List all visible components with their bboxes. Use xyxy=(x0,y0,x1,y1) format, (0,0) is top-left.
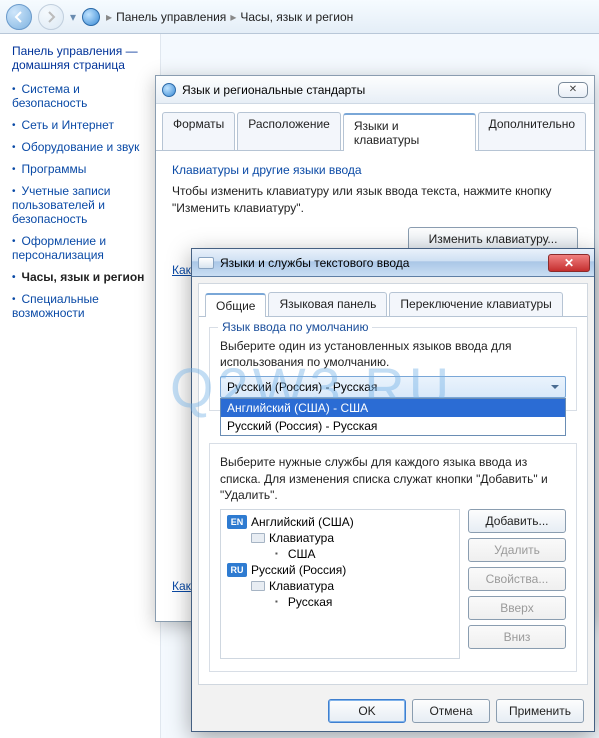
close-button[interactable]: ✕ xyxy=(558,82,588,98)
tree-label: Клавиатура xyxy=(269,531,334,545)
tree-keyboard-node[interactable]: Клавиатура xyxy=(223,530,457,546)
breadcrumb[interactable]: ▸ Панель управления ▸ Часы, язык и регио… xyxy=(106,10,353,24)
installed-services-group: Установленные службы Выберите нужные слу… xyxy=(209,443,577,672)
tab-formats[interactable]: Форматы xyxy=(162,112,235,150)
select-display[interactable]: Русский (Россия) - Русская xyxy=(220,376,566,398)
move-down-button[interactable]: Вниз xyxy=(468,625,566,649)
control-panel-sidebar: Панель управления — домашняя страница Си… xyxy=(0,34,160,738)
nav-back-button[interactable] xyxy=(6,4,32,30)
tree-label: Русская xyxy=(288,595,333,609)
keyboard-icon xyxy=(198,257,214,269)
explorer-toolbar: ▾ ▸ Панель управления ▸ Часы, язык и рег… xyxy=(0,0,599,34)
dialog-titlebar[interactable]: Языки и службы текстового ввода ✕ xyxy=(192,249,594,277)
tab-switch-keyboard[interactable]: Переключение клавиатуры xyxy=(389,292,562,316)
sidebar-item[interactable]: Сеть и Интернет xyxy=(12,118,154,132)
tree-layout-node[interactable]: США xyxy=(223,546,457,562)
cancel-button[interactable]: Отмена xyxy=(412,699,490,723)
help-link[interactable]: Как xyxy=(172,579,191,593)
keyboard-mini-icon xyxy=(251,533,265,543)
tree-keyboard-node[interactable]: Клавиатура xyxy=(223,578,457,594)
tab-location[interactable]: Расположение xyxy=(237,112,341,150)
group-description: Чтобы изменить клавиатуру или язык ввода… xyxy=(172,183,578,217)
keyboard-mini-icon xyxy=(251,581,265,591)
sidebar-item[interactable]: Учетные записи пользователей и безопасно… xyxy=(12,184,154,226)
groupbox-description: Выберите нужные службы для каждого языка… xyxy=(220,454,566,503)
tabstrip: Форматы Расположение Языки и клавиатуры … xyxy=(156,104,594,151)
tab-language-bar[interactable]: Языковая панель xyxy=(268,292,387,316)
tabstrip: Общие Языковая панель Переключение клави… xyxy=(199,284,587,317)
sidebar-heading[interactable]: Панель управления — домашняя страница xyxy=(12,44,154,72)
breadcrumb-item[interactable]: Часы, язык и регион xyxy=(240,10,353,24)
default-language-select[interactable]: Русский (Россия) - Русская Английский (С… xyxy=(220,376,566,398)
move-up-button[interactable]: Вверх xyxy=(468,596,566,620)
dialog-title: Языки и службы текстового ввода xyxy=(220,256,409,270)
dropdown-list: Английский (США) - США Русский (Россия) … xyxy=(220,398,566,436)
sidebar-item-current[interactable]: Часы, язык и регион xyxy=(12,270,154,284)
tree-label: США xyxy=(288,547,316,561)
tab-keyboards[interactable]: Языки и клавиатуры xyxy=(343,113,476,151)
tree-layout-node[interactable]: Русская xyxy=(223,594,457,610)
dialog-button-row: OK Отмена Применить xyxy=(192,691,594,731)
change-keyboard-button[interactable]: Изменить клавиатуру... xyxy=(408,227,578,251)
group-title: Клавиатуры и другие языки ввода xyxy=(172,163,578,177)
sidebar-item[interactable]: Специальные возможности xyxy=(12,292,154,320)
tree-label: Клавиатура xyxy=(269,579,334,593)
close-button[interactable]: ✕ xyxy=(548,254,590,272)
service-buttons: Добавить... Удалить Свойства... Вверх Вн… xyxy=(468,509,566,659)
breadcrumb-item[interactable]: Панель управления xyxy=(116,10,226,24)
globe-icon xyxy=(162,83,176,97)
tab-advanced[interactable]: Дополнительно xyxy=(478,112,586,150)
add-button[interactable]: Добавить... xyxy=(468,509,566,533)
text-services-dialog: Языки и службы текстового ввода ✕ Общие … xyxy=(191,248,595,732)
tree-lang-ru[interactable]: RU Русский (Россия) xyxy=(223,562,457,578)
dropdown-option[interactable]: Английский (США) - США xyxy=(221,399,565,417)
sidebar-item[interactable]: Оборудование и звук xyxy=(12,140,154,154)
properties-button[interactable]: Свойства... xyxy=(468,567,566,591)
dialog-title: Язык и региональные стандарты xyxy=(182,83,365,97)
tree-label: Английский (США) xyxy=(251,515,354,529)
apply-button[interactable]: Применить xyxy=(496,699,584,723)
sidebar-item[interactable]: Система и безопасность xyxy=(12,82,154,110)
dialog-titlebar: Язык и региональные стандарты ✕ xyxy=(156,76,594,104)
dropdown-option[interactable]: Русский (Россия) - Русская xyxy=(221,417,565,435)
groupbox-title: Язык ввода по умолчанию xyxy=(218,320,372,334)
ok-button[interactable]: OK xyxy=(328,699,406,723)
delete-button[interactable]: Удалить xyxy=(468,538,566,562)
tree-label: Русский (Россия) xyxy=(251,563,346,577)
tree-lang-en[interactable]: EN Английский (США) xyxy=(223,514,457,530)
sidebar-item[interactable]: Оформление и персонализация xyxy=(12,234,154,262)
control-panel-icon xyxy=(82,8,100,26)
nav-forward-button[interactable] xyxy=(38,4,64,30)
sidebar-item[interactable]: Программы xyxy=(12,162,154,176)
recent-chevron-icon[interactable]: ▾ xyxy=(70,10,76,24)
groupbox-description: Выберите один из установленных языков вв… xyxy=(220,338,566,370)
default-language-group: Язык ввода по умолчанию Выберите один из… xyxy=(209,327,577,411)
lang-badge-en: EN xyxy=(227,515,247,529)
tab-general[interactable]: Общие xyxy=(205,293,266,317)
lang-badge-ru: RU xyxy=(227,563,247,577)
services-tree[interactable]: EN Английский (США) Клавиатура США RU Ру… xyxy=(220,509,460,659)
